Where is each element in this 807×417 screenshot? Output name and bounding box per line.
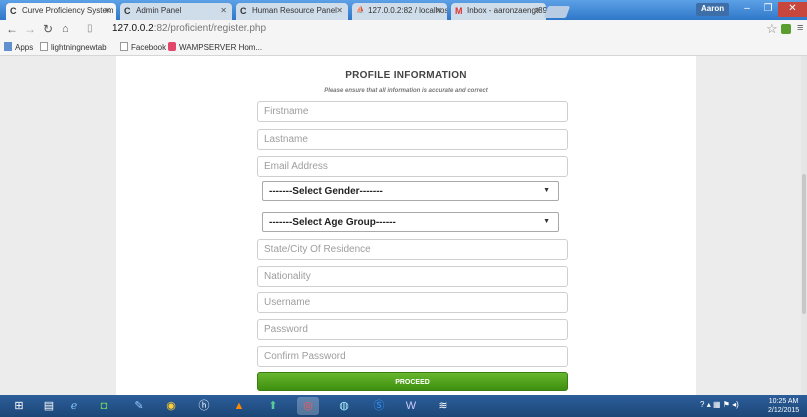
clock-date: 2/12/2015 [768, 407, 800, 414]
nationality-input[interactable] [257, 266, 568, 287]
tab-phpmyadmin[interactable]: ⛵ 127.0.0.2:82 / localhost / ; ✕ [352, 3, 447, 20]
tab-gmail-inbox[interactable]: M Inbox - aaronzaengt89@gm ✕ [451, 3, 546, 20]
restore-button[interactable]: ❐ [758, 2, 778, 17]
url-host: 127.0.0.2 [112, 23, 154, 34]
curve-favicon-icon: C [240, 6, 247, 16]
clock-time: 10:25 AM [768, 398, 799, 405]
bookmark-facebook[interactable]: Facebook [120, 42, 166, 52]
wamp-icon [168, 42, 176, 51]
firstname-input[interactable] [257, 101, 568, 122]
username-input[interactable] [257, 292, 568, 313]
tab-label: Admin Panel [136, 6, 182, 15]
navigation-toolbar: ← → ↻ ⌂ ▯ 127.0.0.2:82/proficient/regist… [0, 20, 807, 39]
tab-label: Human Resource Panel [252, 6, 337, 15]
scrollbar-thumb[interactable] [802, 174, 806, 314]
tab-label: Curve Proficiency System [22, 6, 114, 15]
reload-icon[interactable]: ↻ [43, 22, 53, 36]
curve-favicon-icon: C [124, 6, 131, 16]
tab-admin-panel[interactable]: C Admin Panel ✕ [120, 3, 232, 20]
windows-start-icon[interactable]: ⊞ [8, 397, 30, 415]
menu-icon[interactable]: ≡ [797, 22, 803, 34]
close-tab-icon[interactable]: ✕ [435, 6, 442, 15]
flag-icon[interactable]: ⚑ [723, 400, 730, 409]
tab-human-resource[interactable]: C Human Resource Panel ✕ [236, 3, 348, 20]
page-subtitle: Please ensure that all information is ac… [324, 88, 488, 94]
lastname-input[interactable] [257, 129, 568, 150]
network-icon[interactable]: ▦ [713, 400, 721, 409]
page-title: PROFILE INFORMATION [345, 70, 467, 81]
page-icon: ▯ [87, 23, 93, 34]
word-icon[interactable]: W [400, 397, 422, 415]
age-group-select[interactable]: -------Select Age Group------ ▼ [262, 212, 559, 232]
close-tab-icon[interactable]: ✕ [336, 6, 343, 15]
profile-button[interactable]: Aaron [696, 3, 730, 16]
close-tab-icon[interactable]: ✕ [534, 6, 541, 15]
new-tab-button[interactable] [543, 6, 571, 18]
home-icon[interactable]: ⌂ [62, 22, 69, 36]
page-icon [40, 42, 48, 51]
forward-icon[interactable]: → [24, 22, 36, 36]
profile-form-card: PROFILE INFORMATION Please ensure that a… [116, 56, 696, 395]
chevron-down-icon: ▼ [543, 187, 550, 194]
gmail-favicon-icon: M [455, 6, 463, 16]
confirm-password-input[interactable] [257, 346, 568, 367]
pen-app-icon[interactable]: ✎ [128, 397, 150, 415]
file-explorer-icon[interactable]: ▤ [38, 397, 60, 415]
internet-explorer-icon[interactable]: ℯ [63, 397, 85, 415]
media-player-icon[interactable]: ◉ [160, 397, 182, 415]
password-input[interactable] [257, 319, 568, 340]
apps-grid-icon [4, 42, 12, 51]
email-input[interactable] [257, 156, 568, 177]
wifi-icon[interactable]: ≋ [432, 397, 454, 415]
scrollbar[interactable] [801, 56, 807, 395]
tab-strip: C Curve Proficiency System ✕ C Admin Pan… [0, 0, 807, 20]
gender-select[interactable]: -------Select Gender------- ▼ [262, 181, 559, 201]
browser-window: C Curve Proficiency System ✕ C Admin Pan… [0, 0, 807, 417]
system-tray[interactable]: ? ▴ ▦ ⚑ ◂) [700, 400, 739, 409]
hp-icon[interactable]: ⓗ [193, 397, 215, 415]
help-icon[interactable]: ? [700, 400, 704, 409]
address-bar[interactable]: 127.0.0.2:82/proficient/register.php [112, 22, 266, 36]
bookmark-wampserver[interactable]: WAMPSERVER Hom... [168, 42, 262, 52]
close-window-button[interactable]: ✕ [778, 2, 807, 17]
taskbar: ⊞ ▤ ℯ ◘ ✎ ◉ ⓗ ▲ ⬆ ◎ ◍ Ⓢ W ≋ ? ▴ ▦ ⚑ ◂) 1… [0, 395, 807, 417]
tray-arrow-icon[interactable]: ▴ [707, 400, 711, 409]
bookmarks-bar: Apps lightningnewtab Facebook WAMPSERVER… [0, 39, 807, 56]
skype-icon[interactable]: Ⓢ [368, 397, 390, 415]
url-path: :82/proficient/register.php [153, 23, 267, 34]
page-icon [120, 42, 128, 51]
close-tab-icon[interactable]: ✕ [220, 6, 227, 15]
volume-icon[interactable]: ◂) [732, 400, 739, 409]
bookmark-lightningnewtab[interactable]: lightningnewtab [40, 42, 107, 52]
page-viewport: PROFILE INFORMATION Please ensure that a… [0, 56, 807, 395]
vlc-icon[interactable]: ▲ [228, 397, 250, 415]
state-city-input[interactable] [257, 239, 568, 260]
close-tab-icon[interactable]: ✕ [104, 6, 111, 15]
phpmyadmin-favicon-icon: ⛵ [356, 7, 365, 14]
store-icon[interactable]: ◘ [93, 397, 115, 415]
chevron-down-icon: ▼ [543, 218, 550, 225]
taskbar-clock[interactable]: 10:25 AM 2/12/2015 [768, 397, 799, 415]
age-group-select-value: -------Select Age Group------ [269, 217, 396, 228]
gender-select-value: -------Select Gender------- [269, 186, 383, 197]
bookmark-apps[interactable]: Apps [4, 42, 33, 52]
back-icon[interactable]: ← [6, 22, 18, 36]
tab-curve-proficiency[interactable]: C Curve Proficiency System ✕ [6, 3, 116, 20]
app-icon[interactable]: ◍ [333, 397, 355, 415]
bookmark-star-icon[interactable]: ☆ [766, 21, 778, 37]
curve-favicon-icon: C [10, 6, 17, 16]
extension-icon[interactable] [781, 24, 791, 34]
minimize-button[interactable]: – [736, 2, 758, 17]
chrome-icon[interactable]: ◎ [297, 397, 319, 415]
proceed-button[interactable]: PROCEED [257, 372, 568, 391]
uploader-icon[interactable]: ⬆ [262, 397, 284, 415]
